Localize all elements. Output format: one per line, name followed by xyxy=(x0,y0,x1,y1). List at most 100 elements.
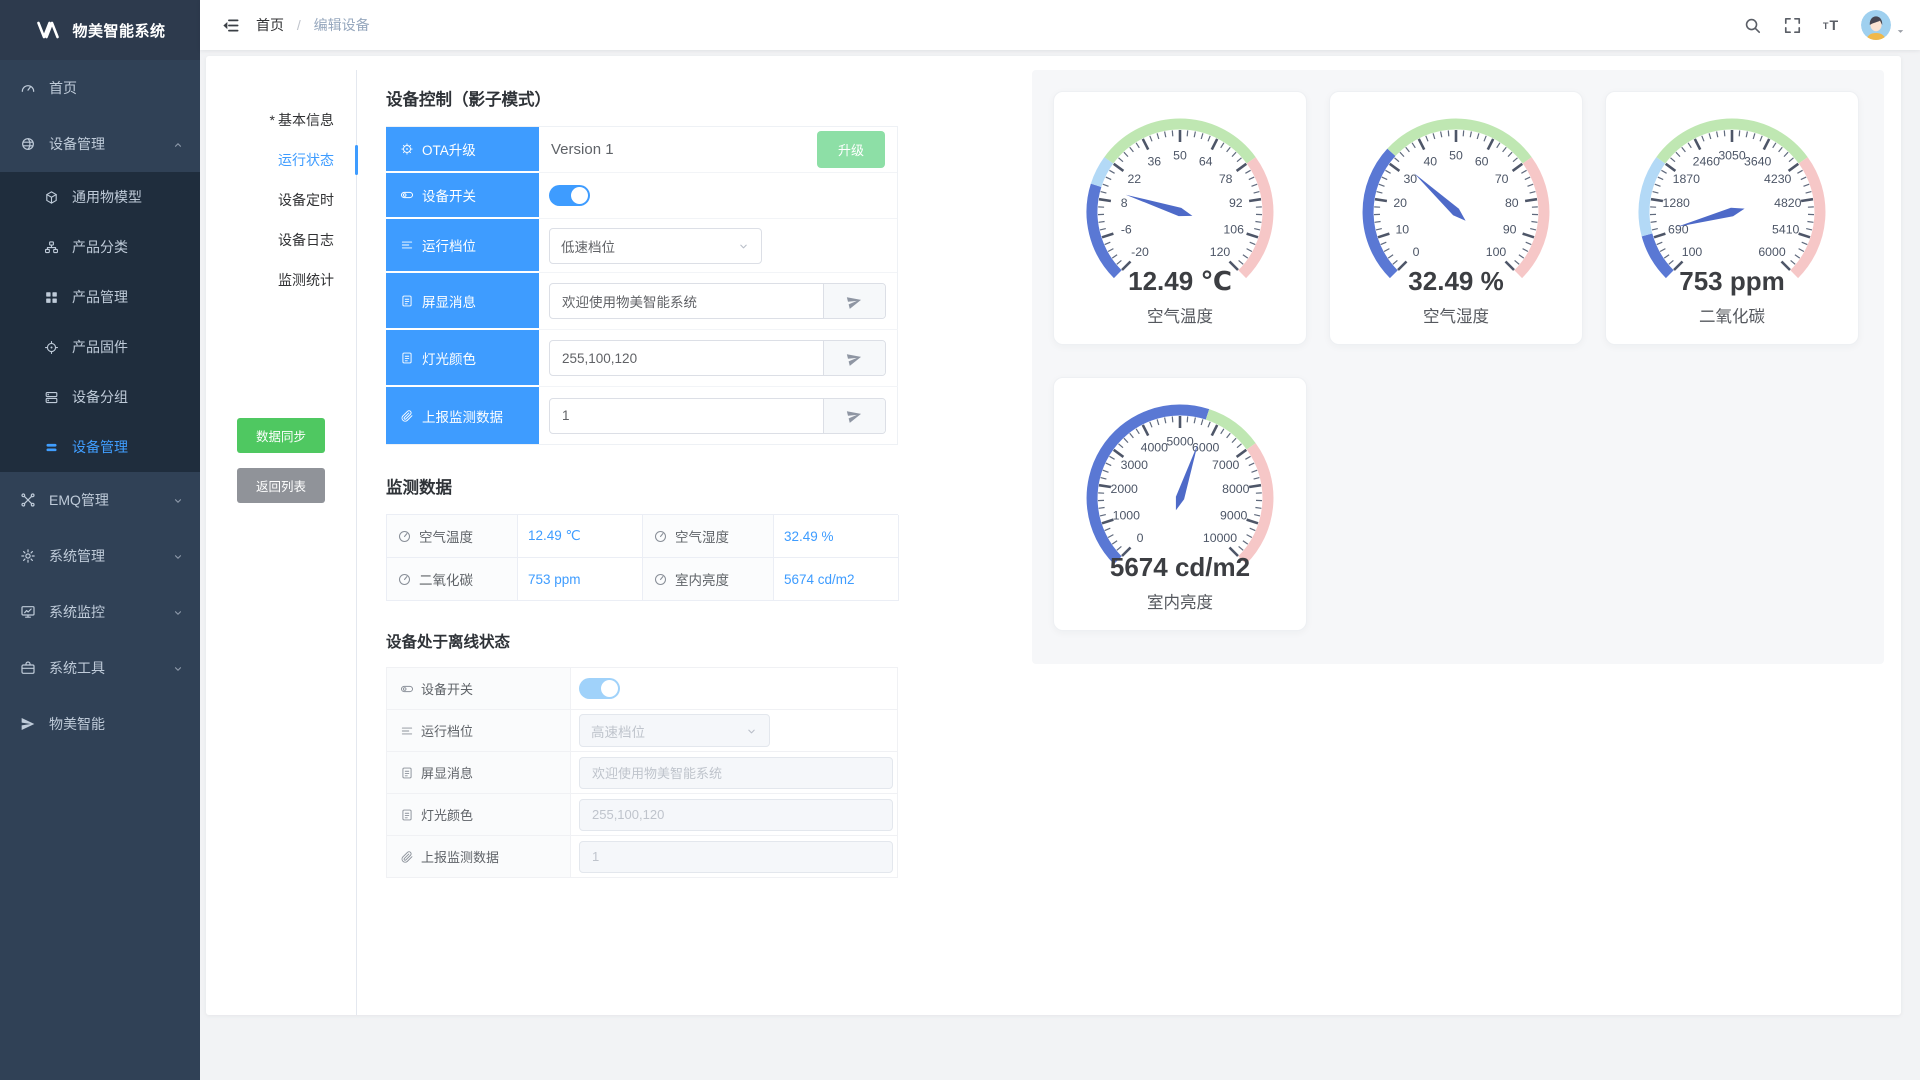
monitor-table: 空气温度 12.49 ℃空气湿度 32.49 %二氧化碳 753 ppm室内亮度… xyxy=(386,514,898,601)
svg-text:5000: 5000 xyxy=(1166,435,1194,449)
offline-label-gear-level: 运行档位 xyxy=(387,710,571,751)
monitor-value: 12.49 ℃ xyxy=(518,515,643,558)
tab-label: 设备日志 xyxy=(278,232,334,248)
sidebar-item-system-mgmt[interactable]: 系统管理 xyxy=(0,528,200,584)
chevron-down-icon xyxy=(737,240,750,253)
gauge-needle xyxy=(1677,208,1745,227)
report-data-input[interactable] xyxy=(550,399,823,433)
caret-down-icon xyxy=(1895,22,1906,38)
gauge-title: 二氧化碳 xyxy=(1699,307,1766,326)
sidebar-item-device-list[interactable]: 设备管理 xyxy=(0,422,200,472)
fullscreen-button[interactable] xyxy=(1775,8,1809,42)
fullscreen-icon xyxy=(1783,16,1802,35)
sidebar-item-label: 首页 xyxy=(49,78,184,98)
sidebar-item-system-monitor[interactable]: 系统监控 xyxy=(0,584,200,640)
logo-icon xyxy=(34,18,62,42)
screen-msg-send-button[interactable] xyxy=(823,284,885,318)
control-label-ota: OTA升级 xyxy=(386,127,539,173)
collapse-sidebar-button[interactable] xyxy=(212,7,248,43)
tab-device-log[interactable]: 设备日志 xyxy=(206,220,356,260)
sidebar-item-label: 系统管理 xyxy=(49,546,172,566)
screen-msg-input[interactable] xyxy=(550,284,823,318)
sidebar-item-device-group[interactable]: 设备分组 xyxy=(0,372,200,422)
control-label-text: 设备开关 xyxy=(422,185,476,205)
monitor-value: 5674 cd/m2 xyxy=(774,558,899,601)
firmware-version: Version 1 xyxy=(551,141,614,158)
tab-monitor-stat[interactable]: 监测统计 xyxy=(206,260,356,300)
control-section-title: 设备控制（影子模式） xyxy=(386,86,898,110)
control-label-text: OTA升级 xyxy=(422,139,476,159)
sidebar-item-label: EMQ管理 xyxy=(49,490,172,510)
offline-row-screen-msg: 屏显消息 欢迎使用物美智能系统 xyxy=(387,752,897,794)
control-label-text: 屏显消息 xyxy=(422,291,476,311)
power-toggle[interactable] xyxy=(549,185,590,206)
control-row-report-data: 上报监测数据 xyxy=(386,387,897,444)
sidebar-item-label: 设备管理 xyxy=(49,134,172,154)
report-data-send-button[interactable] xyxy=(823,399,885,433)
svg-text:5410: 5410 xyxy=(1772,223,1800,237)
levels-icon xyxy=(400,724,414,738)
svg-text:100: 100 xyxy=(1682,245,1703,259)
gear-level-select[interactable]: 低速档位 xyxy=(549,228,762,264)
firmware-icon xyxy=(44,340,59,355)
submenu-device-mgmt: 通用物模型产品分类产品管理产品固件设备分组设备管理 xyxy=(0,172,200,472)
sidebar-item-wumei-smart[interactable]: 物美智能 xyxy=(0,696,200,752)
offline-label-report-data: 上报监测数据 xyxy=(387,836,571,877)
device-control-column: 设备控制（影子模式） OTA升级 Version 1 升级设备开关 运行档位 低… xyxy=(386,70,898,1015)
svg-text:92: 92 xyxy=(1229,196,1243,210)
svg-text:T: T xyxy=(1823,21,1829,31)
sidebar-item-device-mgmt[interactable]: 设备管理 xyxy=(0,116,200,172)
tab-run-status[interactable]: 运行状态 xyxy=(206,140,356,180)
offline-label-screen-msg: 屏显消息 xyxy=(387,752,571,793)
svg-text:90: 90 xyxy=(1503,223,1517,237)
user-menu[interactable] xyxy=(1861,10,1906,40)
data-sync-button[interactable]: 数据同步 xyxy=(237,418,325,453)
cube-icon xyxy=(44,190,59,205)
tab-basic-info[interactable]: *基本信息 xyxy=(206,100,356,140)
ota-icon xyxy=(400,142,414,156)
upgrade-button[interactable]: 升级 xyxy=(817,131,885,168)
svg-text:0: 0 xyxy=(1413,245,1420,259)
font-size-button[interactable]: TT xyxy=(1815,8,1849,42)
sidebar-item-thing-model[interactable]: 通用物模型 xyxy=(0,172,200,222)
sidebar-item-emq[interactable]: EMQ管理 xyxy=(0,472,200,528)
control-row-screen-msg: 屏显消息 xyxy=(386,273,897,330)
avatar[interactable] xyxy=(1861,10,1891,40)
sidebar-item-label: 产品管理 xyxy=(72,287,184,307)
control-label-power: 设备开关 xyxy=(386,173,539,219)
back-to-list-button[interactable]: 返回列表 xyxy=(237,468,325,503)
clip-icon xyxy=(400,409,414,423)
gauge-title: 室内亮度 xyxy=(1147,593,1213,612)
sidebar-item-product-mgmt[interactable]: 产品管理 xyxy=(0,272,200,322)
search-button[interactable] xyxy=(1735,8,1769,42)
tab-list: *基本信息运行状态设备定时设备日志监测统计 xyxy=(206,100,356,300)
sidebar-item-product-category[interactable]: 产品分类 xyxy=(0,222,200,272)
control-label-screen-msg: 屏显消息 xyxy=(386,273,539,330)
light-color-input[interactable] xyxy=(550,341,823,375)
screen-msg-input-group xyxy=(549,283,886,319)
chevron-down-icon xyxy=(172,495,184,507)
light-color-input-group xyxy=(549,340,886,376)
gauge-panel: -20-6822365064789210612012.49 ℃空气温度01020… xyxy=(1032,70,1884,664)
sidebar-item-system-tools[interactable]: 系统工具 xyxy=(0,640,200,696)
control-label-text: 上报监测数据 xyxy=(422,406,503,426)
sidebar-item-product-firmware[interactable]: 产品固件 xyxy=(0,322,200,372)
sidebar-item-label: 物美智能 xyxy=(49,714,184,734)
svg-text:6000: 6000 xyxy=(1192,441,1220,455)
monitor-value: 753 ppm xyxy=(518,558,643,601)
control-value-power xyxy=(539,173,897,219)
hamburger-icon xyxy=(221,16,240,35)
light-color-send-button[interactable] xyxy=(823,341,885,375)
svg-text:4820: 4820 xyxy=(1774,196,1802,210)
monitor2-icon xyxy=(20,604,36,620)
sidebar-menu: 首页设备管理通用物模型产品分类产品管理产品固件设备分组设备管理EMQ管理系统管理… xyxy=(0,60,200,1080)
light-color-input-disabled: 255,100,120 xyxy=(579,799,893,831)
sidebar-item-home[interactable]: 首页 xyxy=(0,60,200,116)
tab-device-timer[interactable]: 设备定时 xyxy=(206,180,356,220)
gauge-title: 空气湿度 xyxy=(1423,307,1489,326)
sidebar-item-label: 系统工具 xyxy=(49,658,172,678)
breadcrumb-home[interactable]: 首页 xyxy=(256,17,284,33)
app-logo[interactable]: 物美智能系统 xyxy=(0,0,200,60)
iot-icon xyxy=(20,136,36,152)
doc-icon xyxy=(400,351,414,365)
